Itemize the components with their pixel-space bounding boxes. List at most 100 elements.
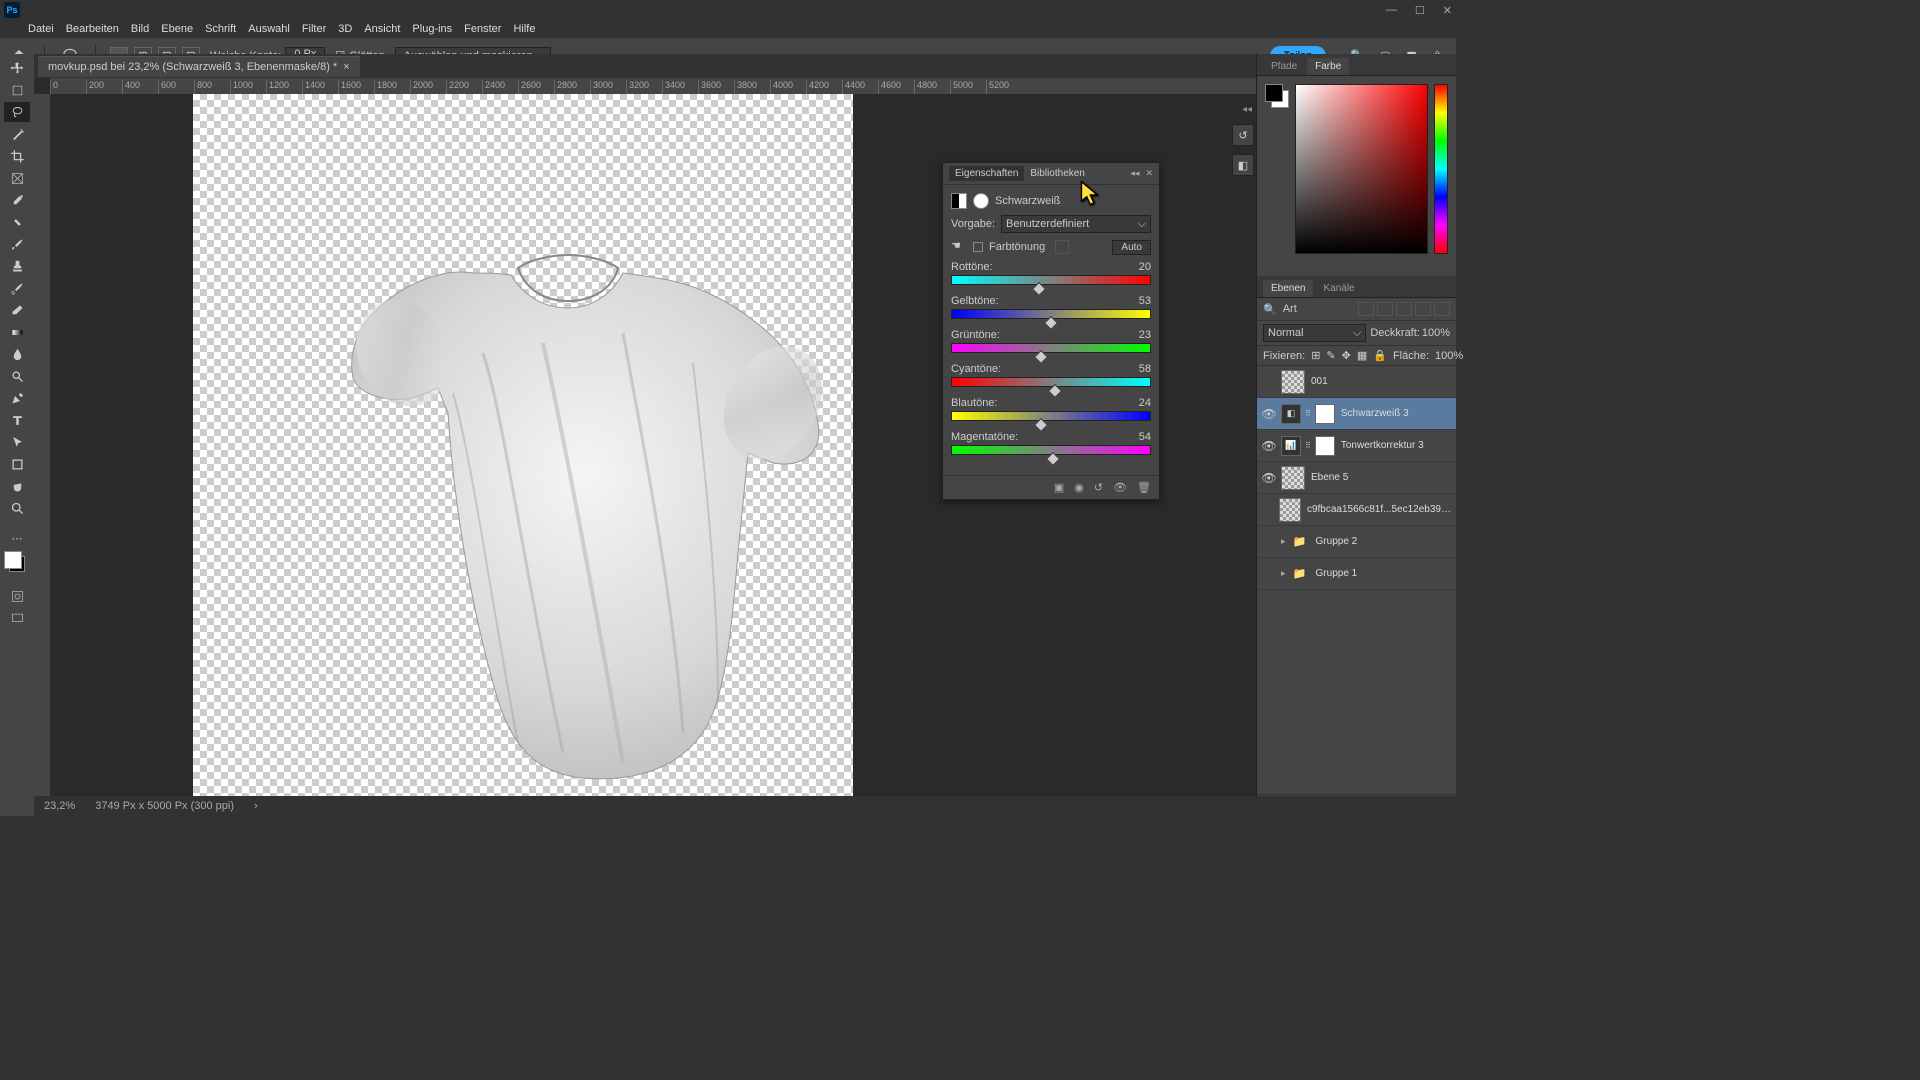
slider-value[interactable]: 58 bbox=[1139, 363, 1151, 375]
layer-name[interactable]: Gruppe 1 bbox=[1316, 568, 1358, 579]
tab-properties[interactable]: Eigenschaften bbox=[949, 166, 1024, 181]
zoom-tool-icon[interactable] bbox=[4, 498, 30, 518]
layer-name[interactable]: 001 bbox=[1311, 376, 1328, 387]
layer-row[interactable]: 👁◧ ⠿ Schwarzweiß 3 bbox=[1257, 398, 1456, 430]
visibility-toggle-icon[interactable]: 👁 bbox=[1261, 439, 1277, 453]
fill-value[interactable]: 100% bbox=[1435, 350, 1463, 362]
slider-track[interactable] bbox=[951, 445, 1151, 455]
filter-shape-icon[interactable] bbox=[1415, 302, 1431, 316]
history-panel-icon[interactable]: ↺ bbox=[1232, 124, 1254, 146]
color-slider[interactable]: Rottöne:20 bbox=[951, 261, 1151, 285]
close-panel-icon[interactable]: ✕ bbox=[1145, 168, 1153, 179]
lock-all-icon[interactable]: ⊞ bbox=[1311, 349, 1320, 362]
color-slider[interactable]: Cyantöne:58 bbox=[951, 363, 1151, 387]
eraser-tool-icon[interactable] bbox=[4, 300, 30, 320]
collapse-panels-icon[interactable]: ◂◂ bbox=[1242, 104, 1252, 115]
layer-thumb[interactable] bbox=[1279, 498, 1301, 522]
history-brush-tool-icon[interactable] bbox=[4, 278, 30, 298]
close-tab-icon[interactable]: × bbox=[343, 61, 349, 73]
search-icon[interactable]: 🔍 bbox=[1263, 303, 1277, 316]
crop-tool-icon[interactable] bbox=[4, 146, 30, 166]
move-tool-icon[interactable] bbox=[4, 58, 30, 78]
menu-item[interactable]: Bearbeiten bbox=[66, 23, 119, 35]
menu-item[interactable]: Plug-ins bbox=[412, 23, 452, 35]
lock-pixels-icon[interactable]: ✎ bbox=[1326, 349, 1335, 362]
color-slider[interactable]: Blautöne:24 bbox=[951, 397, 1151, 421]
brush-tool-icon[interactable] bbox=[4, 234, 30, 254]
color-slider[interactable]: Grüntöne:23 bbox=[951, 329, 1151, 353]
layer-mask-thumb[interactable] bbox=[1315, 404, 1335, 424]
frame-tool-icon[interactable] bbox=[4, 168, 30, 188]
eyedropper-tool-icon[interactable] bbox=[4, 190, 30, 210]
edit-toolbar-icon[interactable]: ⋯ bbox=[4, 528, 30, 548]
layer-row[interactable]: 👁📊 ⠿ Tonwertkorrektur 3 bbox=[1257, 430, 1456, 462]
zoom-level[interactable]: 23,2% bbox=[44, 800, 75, 812]
menu-item[interactable]: Ebene bbox=[161, 23, 193, 35]
path-select-tool-icon[interactable] bbox=[4, 432, 30, 452]
layer-thumb[interactable] bbox=[1281, 370, 1305, 394]
layer-thumb[interactable] bbox=[1281, 466, 1305, 490]
opacity-value[interactable]: 100% bbox=[1422, 327, 1450, 339]
slider-value[interactable]: 53 bbox=[1139, 295, 1151, 307]
blur-tool-icon[interactable] bbox=[4, 344, 30, 364]
delete-adjustment-icon[interactable]: 🗑 bbox=[1137, 481, 1151, 494]
filter-type-icon[interactable] bbox=[1396, 302, 1412, 316]
menu-item[interactable]: 3D bbox=[338, 23, 352, 35]
layer-filter-kind[interactable]: Art bbox=[1283, 303, 1297, 315]
clip-icon[interactable]: ▣ bbox=[1054, 481, 1064, 494]
slider-value[interactable]: 54 bbox=[1139, 431, 1151, 443]
lasso-tool-icon[interactable] bbox=[4, 102, 30, 122]
filter-adjust-icon[interactable] bbox=[1377, 302, 1393, 316]
tint-checkbox[interactable] bbox=[973, 242, 983, 252]
slider-thumb[interactable] bbox=[1048, 384, 1062, 398]
document-info[interactable]: 3749 Px x 5000 Px (300 ppi) bbox=[95, 800, 234, 812]
color-swatches[interactable] bbox=[9, 556, 25, 572]
layer-name[interactable]: c9fbcaa1566c81f...5ec12eb39 Kopie bbox=[1307, 504, 1452, 515]
menu-item[interactable]: Schrift bbox=[205, 23, 236, 35]
shape-tool-icon[interactable] bbox=[4, 454, 30, 474]
adjustments-panel-icon[interactable]: ◧ bbox=[1232, 154, 1254, 176]
visibility-toggle-icon[interactable]: 👁 bbox=[1261, 471, 1277, 485]
lock-position-icon[interactable]: ✥ bbox=[1342, 349, 1351, 362]
menu-item[interactable]: Filter bbox=[302, 23, 326, 35]
layer-row[interactable]: 001 bbox=[1257, 366, 1456, 398]
gradient-tool-icon[interactable] bbox=[4, 322, 30, 342]
slider-track[interactable] bbox=[951, 343, 1151, 353]
slider-track[interactable] bbox=[951, 411, 1151, 421]
collapse-icon[interactable]: ◂◂ bbox=[1130, 168, 1139, 179]
minimize-button[interactable]: — bbox=[1386, 4, 1397, 17]
tint-color-swatch[interactable] bbox=[1055, 240, 1069, 254]
dodge-tool-icon[interactable] bbox=[4, 366, 30, 386]
slider-track[interactable] bbox=[951, 377, 1151, 387]
slider-thumb[interactable] bbox=[1034, 350, 1048, 364]
layer-name[interactable]: Ebene 5 bbox=[1311, 472, 1348, 483]
type-tool-icon[interactable] bbox=[4, 410, 30, 430]
tab-libraries[interactable]: Bibliotheken bbox=[1024, 166, 1090, 181]
slider-thumb[interactable] bbox=[1032, 282, 1046, 296]
view-previous-icon[interactable]: ◉ bbox=[1074, 481, 1084, 494]
group-twirl-icon[interactable]: ▸ bbox=[1281, 568, 1286, 579]
visibility-toggle-icon[interactable]: 👁 bbox=[1261, 407, 1277, 421]
close-window-button[interactable]: ✕ bbox=[1443, 4, 1452, 17]
slider-track[interactable] bbox=[951, 309, 1151, 319]
menu-item[interactable]: Hilfe bbox=[513, 23, 535, 35]
filter-pixel-icon[interactable] bbox=[1358, 302, 1374, 316]
menu-item[interactable]: Datei bbox=[28, 23, 54, 35]
hand-tool-icon[interactable] bbox=[4, 476, 30, 496]
lock-icon[interactable]: 🔒 bbox=[1373, 349, 1387, 362]
tab-channels[interactable]: Kanäle bbox=[1315, 280, 1362, 297]
slider-value[interactable]: 23 bbox=[1139, 329, 1151, 341]
slider-track[interactable] bbox=[951, 275, 1151, 285]
filter-smart-icon[interactable] bbox=[1434, 302, 1450, 316]
tab-color[interactable]: Farbe bbox=[1307, 58, 1349, 75]
slider-thumb[interactable] bbox=[1034, 418, 1048, 432]
menu-item[interactable]: Fenster bbox=[464, 23, 501, 35]
menu-item[interactable]: Auswahl bbox=[248, 23, 290, 35]
artboard-tool-icon[interactable] bbox=[4, 80, 30, 100]
stamp-tool-icon[interactable] bbox=[4, 256, 30, 276]
layer-name[interactable]: Schwarzweiß 3 bbox=[1341, 408, 1409, 419]
document-tab[interactable]: movkup.psd bei 23,2% (Schwarzweiß 3, Ebe… bbox=[38, 56, 360, 77]
screen-mode-icon[interactable] bbox=[4, 608, 30, 628]
tab-layers[interactable]: Ebenen bbox=[1263, 280, 1313, 297]
menu-item[interactable]: Bild bbox=[131, 23, 149, 35]
